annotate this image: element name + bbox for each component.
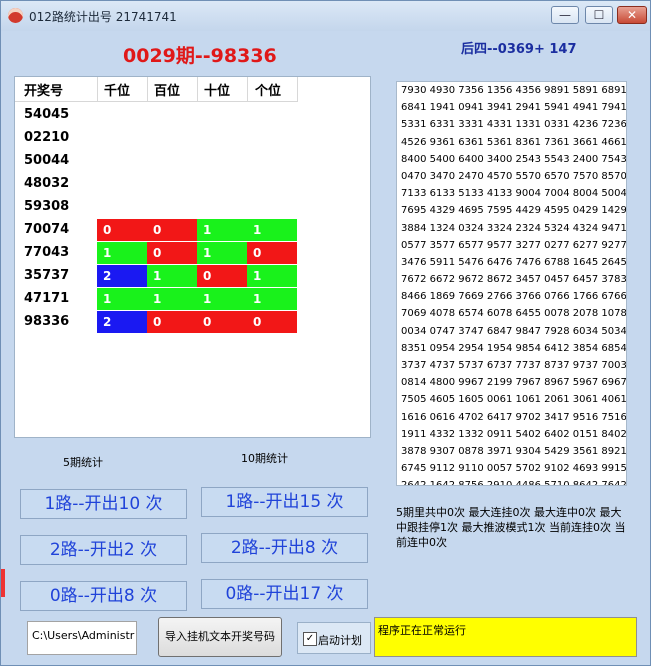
number-list-line: 0814 4800 9967 2199 7967 8967 5967 6967 … <box>401 377 627 389</box>
route-cell: 1 <box>197 288 247 310</box>
auto-plan-label: 启动计划 <box>318 634 362 647</box>
route1-5-box: 1路--开出10 次 <box>20 489 187 519</box>
route1-10-box: 1路--开出15 次 <box>201 487 368 517</box>
number-list-line: 7505 4605 1605 0061 1061 2061 3061 4061 … <box>401 394 627 406</box>
route-cell: 1 <box>197 242 247 264</box>
number-list-line: 1911 4332 1332 0911 5402 6402 0151 8402 … <box>401 428 627 440</box>
row-draw-number: 98336 <box>24 314 70 329</box>
number-list-line: 4526 9361 6361 5361 8361 7361 3661 4661 … <box>401 136 627 148</box>
label-5-period: 5期统计 <box>63 456 103 469</box>
row-draw-number: 48032 <box>24 176 70 191</box>
route-cell: 1 <box>247 219 297 241</box>
number-list-line: 6841 1941 0941 3941 2941 5941 4941 7941 … <box>401 102 627 114</box>
number-list-line: 8400 5400 6400 3400 2543 5543 2400 7543 … <box>401 153 627 165</box>
number-list-line: 6745 9112 9110 0057 5702 9102 4693 9915 … <box>401 463 627 475</box>
route-cell: 0 <box>147 242 197 264</box>
issue-heading: 0029期--98336 <box>123 45 277 67</box>
route0-10-box: 0路--开出17 次 <box>201 579 368 609</box>
auto-plan-toggle[interactable]: ✓ 启动计划 <box>297 622 371 654</box>
number-list-line: 7069 4078 6574 6078 6455 0078 2078 1078 … <box>401 308 627 320</box>
route2-5-box: 2路--开出2 次 <box>20 535 187 565</box>
header-hundreds: 百位 <box>154 84 181 99</box>
stats-summary: 5期里共中0次 最大连挂0次 最大连中0次 最大中跟挂停1次 最大推波模式1次 … <box>396 506 626 549</box>
row-draw-number: 35737 <box>24 268 70 283</box>
number-list-line: 1616 0616 4702 6417 9702 3417 9516 7516 … <box>401 411 627 423</box>
row-draw-number: 77043 <box>24 245 70 260</box>
route-cell: 2 <box>97 265 147 287</box>
route-cell: 0 <box>197 265 247 287</box>
status-box: 程序正在正常运行 <box>374 617 637 657</box>
route-cell: 2 <box>97 311 147 333</box>
number-list-line: 0470 3470 2470 4570 5570 6570 7570 8570 … <box>401 170 627 182</box>
maximize-button[interactable]: ☐ <box>585 6 613 24</box>
number-list-line: 3476 5911 5476 6476 7476 6788 1645 2645 … <box>401 256 627 268</box>
draw-grid: 开奖号 千位 百位 十位 个位 54045 02210 50044 48032 5930… <box>14 76 371 438</box>
number-list[interactable]: 7930 4930 7356 1356 4356 9891 5891 6891 … <box>396 81 627 486</box>
header-ones: 个位 <box>255 84 282 99</box>
hou-heading: 后四--0369+ 147 <box>461 42 577 57</box>
title-bar[interactable]: 012路统计出号 21741741 — ☐ ✕ <box>1 1 650 31</box>
row-draw-number: 70074 <box>24 222 70 237</box>
route-cell: 1 <box>97 242 147 264</box>
number-list-line: 3884 1324 0324 3324 2324 5324 4324 9471 … <box>401 222 627 234</box>
route2-10-box: 2路--开出8 次 <box>201 533 368 563</box>
number-list-line: 0577 3577 6577 9577 3277 0277 6277 9277 … <box>401 239 627 251</box>
route-cell: 1 <box>197 219 247 241</box>
route-cell: 1 <box>247 288 297 310</box>
number-list-line: 8351 0954 2954 1954 9854 6412 3854 6854 … <box>401 342 627 354</box>
path-field[interactable]: C:\Users\Administr <box>27 621 137 655</box>
route-cell: 1 <box>147 288 197 310</box>
number-list-line: 2642 1642 8756 2910 4486 5710 8642 7642 … <box>401 480 627 486</box>
route-cell: 0 <box>147 219 197 241</box>
column-separator <box>247 77 248 101</box>
route-cell: 0 <box>197 311 247 333</box>
app-window: 012路统计出号 21741741 — ☐ ✕ 0029期--98336 后四-… <box>0 0 651 666</box>
checkbox-checked-icon[interactable]: ✓ <box>303 632 317 646</box>
route-cell: 0 <box>97 219 147 241</box>
grid-header: 开奖号 千位 百位 十位 个位 <box>15 77 298 102</box>
window-title: 012路统计出号 21741741 <box>29 10 177 24</box>
number-list-line: 7672 6672 9672 8672 3457 0457 6457 3783 … <box>401 274 627 286</box>
row-draw-number: 54045 <box>24 107 70 122</box>
column-separator <box>97 77 98 101</box>
route-cell: 0 <box>247 242 297 264</box>
number-list-line: 7133 6133 5133 4133 9004 7004 8004 5004 … <box>401 188 627 200</box>
route-cell: 0 <box>247 311 297 333</box>
number-list-line: 8466 1869 7669 2766 3766 0766 1766 6766 … <box>401 291 627 303</box>
number-list-line: 7695 4329 4695 7595 4429 4595 0429 1429 … <box>401 205 627 217</box>
close-button[interactable]: ✕ <box>617 6 647 24</box>
route-cell: 1 <box>147 265 197 287</box>
column-separator <box>297 77 298 101</box>
column-separator <box>147 77 148 101</box>
row-draw-number: 02210 <box>24 130 70 145</box>
route0-5-box: 0路--开出8 次 <box>20 581 187 611</box>
header-draw-number: 开奖号 <box>24 84 64 99</box>
app-icon <box>8 8 23 23</box>
number-list-line: 5331 6331 3331 4331 1331 0331 4236 7236 … <box>401 119 627 131</box>
row-draw-number: 47171 <box>24 291 70 306</box>
header-tens: 十位 <box>204 84 231 99</box>
route-cell: 1 <box>97 288 147 310</box>
import-button[interactable]: 导入挂机文本开奖号码 <box>158 617 282 657</box>
row-draw-number: 59308 <box>24 199 70 214</box>
route-cell: 0 <box>147 311 197 333</box>
row-draw-number: 50044 <box>24 153 70 168</box>
label-10-period: 10期统计 <box>241 452 288 465</box>
edge-marker <box>1 569 5 597</box>
column-separator <box>197 77 198 101</box>
number-list-line: 3878 9307 0878 3971 9304 5429 3561 8921 … <box>401 445 627 457</box>
number-list-line: 3737 4737 5737 6737 7737 8737 9737 7003 … <box>401 360 627 371</box>
minimize-button[interactable]: — <box>551 6 579 24</box>
route-cell: 1 <box>247 265 297 287</box>
header-thousands: 千位 <box>104 84 131 99</box>
number-list-line: 7930 4930 7356 1356 4356 9891 5891 6891 … <box>401 85 627 96</box>
number-list-line: 0034 0747 3747 6847 9847 7928 6034 5034 … <box>401 325 627 337</box>
